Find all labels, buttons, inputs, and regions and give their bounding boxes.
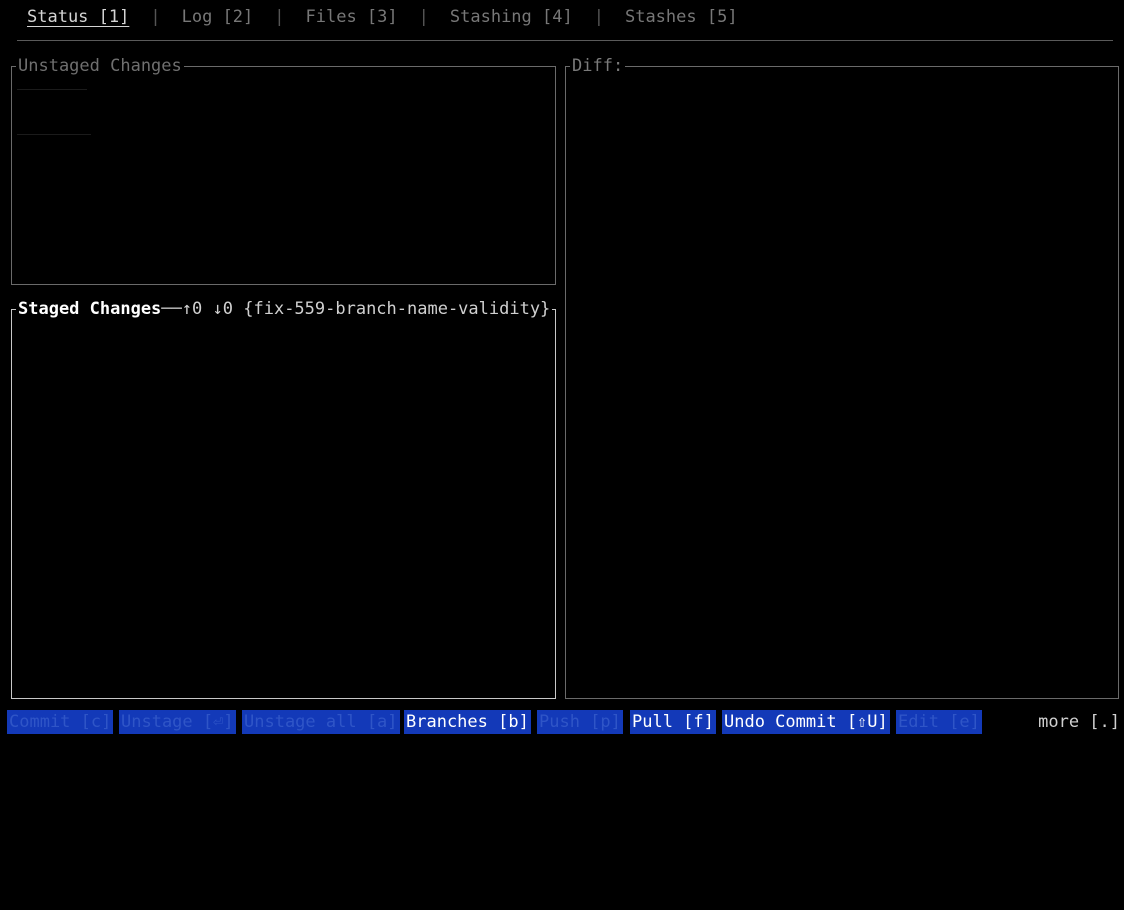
edit-button[interactable]: Edit [e] bbox=[896, 710, 982, 734]
diff-title: Diff: bbox=[570, 56, 626, 76]
pull-button[interactable]: Pull [f] bbox=[630, 710, 716, 734]
tab-separator: | bbox=[418, 7, 429, 27]
unstage-button[interactable]: Unstage [⏎] bbox=[119, 710, 236, 734]
tab-separator: | bbox=[593, 7, 604, 27]
tab-status[interactable]: Status [1] bbox=[27, 7, 129, 27]
more-button[interactable]: more [.] bbox=[1038, 710, 1120, 734]
behind-count: ↓0 bbox=[212, 299, 233, 319]
key-bar: Commit [c] Unstage [⏎] Unstage all [a] B… bbox=[7, 710, 1124, 734]
tab-files[interactable]: Files [3] bbox=[306, 7, 398, 27]
branches-button[interactable]: Branches [b] bbox=[404, 710, 531, 734]
tab-bar-divider bbox=[17, 40, 1113, 41]
branch-name: {fix-559-branch-name-validity} bbox=[243, 299, 551, 319]
tab-separator: | bbox=[274, 7, 285, 27]
unstaged-changes-pane[interactable]: Unstaged Changes bbox=[11, 56, 556, 285]
staged-changes-header: Staged Changes ── ↑0 ↓0 {fix-559-branch-… bbox=[16, 299, 553, 319]
diff-pane[interactable]: Diff: bbox=[565, 56, 1119, 699]
tab-separator: | bbox=[150, 7, 161, 27]
empty-list-line bbox=[17, 134, 91, 135]
tab-bar: Status [1] | Log [2] | Files [3] | Stash… bbox=[27, 5, 738, 29]
title-separator: ── bbox=[161, 299, 182, 319]
empty-list-line bbox=[17, 89, 87, 90]
ahead-count: ↑0 bbox=[181, 299, 203, 319]
tab-stashes[interactable]: Stashes [5] bbox=[625, 7, 738, 27]
staged-changes-title: Staged Changes bbox=[18, 299, 162, 319]
unstaged-changes-title: Unstaged Changes bbox=[16, 56, 184, 76]
commit-button[interactable]: Commit [c] bbox=[7, 710, 114, 734]
undo-commit-button[interactable]: Undo Commit [⇧U] bbox=[722, 710, 890, 734]
unstage-all-button[interactable]: Unstage all [a] bbox=[242, 710, 400, 734]
tab-stashing[interactable]: Stashing [4] bbox=[450, 7, 573, 27]
push-button[interactable]: Push [p] bbox=[537, 710, 623, 734]
tab-log[interactable]: Log [2] bbox=[182, 7, 254, 27]
staged-changes-pane[interactable]: Staged Changes ── ↑0 ↓0 {fix-559-branch-… bbox=[11, 299, 556, 699]
